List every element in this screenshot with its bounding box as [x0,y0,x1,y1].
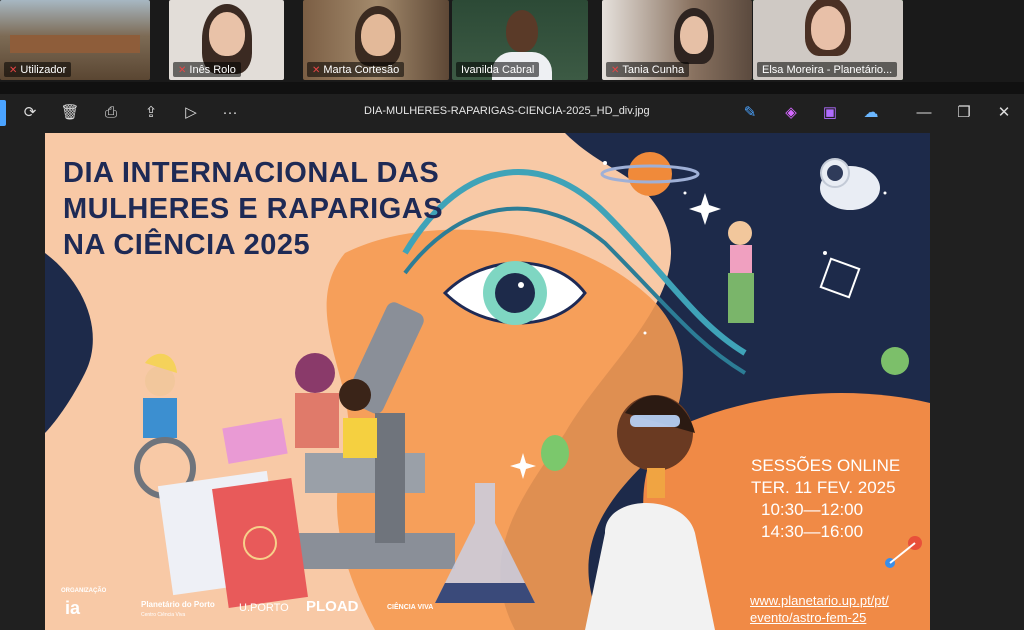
poster-title: DIA INTERNACIONAL DAS MULHERES E RAPARIG… [63,155,533,263]
more-icon[interactable]: ··· [218,101,242,125]
session-info: SESSÕES ONLINE TER. 11 FEV. 2025 10:30—1… [751,455,900,543]
participant-name: ✕ Tania Cunha [606,62,690,77]
table-shape [10,35,140,53]
session-time: 14:30—16:00 [761,522,864,541]
title-line: DIA INTERNACIONAL DAS [63,157,440,189]
participant-tile-ines-rolo[interactable]: ✕ Inês Rolo [169,0,284,80]
participant-name: ✕ Inês Rolo [173,62,241,77]
person-face [506,10,538,52]
delete-icon[interactable]: 🗑 [58,101,82,125]
pload-logo: PLOAD [306,598,359,615]
close-button[interactable]: ✕ [992,101,1016,125]
url-line: evento/astro-fem-25 [750,610,867,625]
title-line: MULHERES E RAPARIGAS [63,193,444,225]
sponsor-logos: ORGANIZAÇÃO ia Planetário do Porto Centr… [61,588,481,628]
participant-tile-elsa-moreira[interactable]: Elsa Moreira - Planetário... [753,0,903,80]
participant-strip: ✕ Utilizador ✕ Inês Rolo ✕ Marta Cortesão I… [0,0,1024,82]
url-line: www.planetario.up.pt/pt/ [750,593,889,608]
participant-tile-ivanilda-cabral[interactable]: Ivanilda Cabral [452,0,588,80]
selection-indicator [0,100,6,126]
person-face [361,14,395,56]
participant-name: ✕ Utilizador [4,62,72,77]
session-time: 10:30—12:00 [761,500,864,519]
edit-icon[interactable]: ✎ [738,101,762,125]
participant-tile-marta-cortesao[interactable]: ✕ Marta Cortesão [303,0,449,80]
session-date: TER. 11 FEV. 2025 [751,478,896,497]
person-face [680,16,708,54]
participant-name: Ivanilda Cabral [456,62,540,77]
mic-muted-icon: ✕ [178,65,187,76]
planetario-logo: Planetário do Porto [141,600,215,609]
rotate-icon[interactable]: ⟳ [18,101,42,125]
ia-logo: ia [65,598,81,618]
planet [628,152,672,196]
file-name: DIA-MULHERES-RAPARIGAS-CIENCIA-2025_HD_d… [364,105,650,117]
viewer-toolbar: ⟳ 🗑 ⎙ ⇪ ▷ ··· DIA-MULHERES-RAPARIGAS-CIE… [0,94,1024,132]
participant-name: Elsa Moreira - Planetário... [757,62,898,77]
copilot-icon[interactable]: ◈ [779,101,803,125]
person-face [811,6,845,50]
clipchamp-icon[interactable]: ▣ [818,101,842,125]
event-url[interactable]: www.planetario.up.pt/pt/ evento/astro-fe… [750,592,889,626]
cienciaviva-logo: CIÊNCIA VIVA [387,604,434,611]
mic-muted-icon: ✕ [611,65,620,76]
girl-illustration [728,221,754,323]
poster-image: DIA INTERNACIONAL DAS MULHERES E RAPARIG… [45,133,930,630]
sessions-heading: SESSÕES ONLINE [751,456,901,475]
uporto-logo: U.PORTO [239,602,289,614]
virus-icon [881,347,909,375]
slideshow-icon[interactable]: ▷ [179,101,203,125]
title-line: NA CIÊNCIA 2025 [63,229,311,261]
person-face [209,12,245,56]
restore-button[interactable]: ❐ [952,101,976,125]
minimize-button[interactable]: — [912,101,936,125]
photo-viewer-window: ⟳ 🗑 ⎙ ⇪ ▷ ··· DIA-MULHERES-RAPARIGAS-CIE… [0,94,1024,630]
participant-tile-utilizador[interactable]: ✕ Utilizador [0,0,150,80]
participant-tile-tania-cunha[interactable]: ✕ Tania Cunha [602,0,752,80]
participant-name: ✕ Marta Cortesão [307,62,405,77]
organization-label: ORGANIZAÇÃO [61,588,107,594]
mic-muted-icon: ✕ [9,65,18,76]
onedrive-icon[interactable]: ☁ [859,101,883,125]
print-icon[interactable]: ⎙ [99,101,123,125]
planetario-subtitle: Centro Ciência Viva [141,612,186,618]
mic-muted-icon: ✕ [312,65,321,76]
share-icon[interactable]: ⇪ [139,101,163,125]
